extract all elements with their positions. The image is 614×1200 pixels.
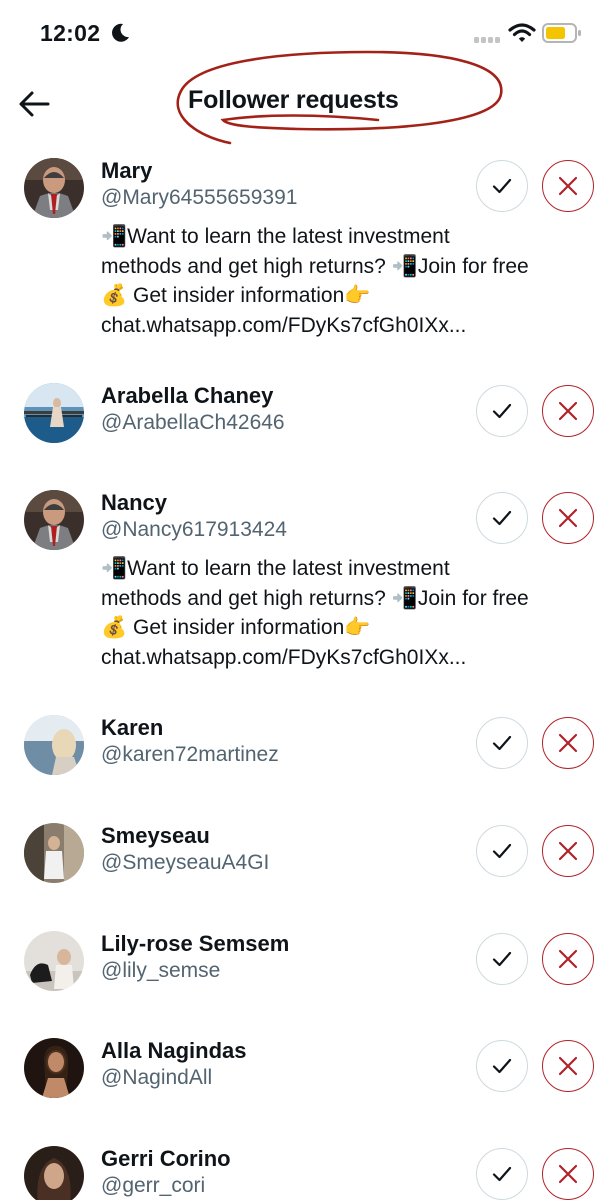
accept-button[interactable] (476, 933, 528, 985)
cellular-signal-icon (474, 37, 500, 43)
avatar[interactable] (24, 1146, 84, 1200)
user-bio: 📲Want to learn the latest investment met… (101, 557, 529, 669)
check-icon (492, 735, 512, 751)
user-handle: @SmeyseauA4GI (101, 851, 270, 874)
user-handle: @ArabellaCh42646 (101, 411, 285, 434)
close-icon (558, 841, 578, 861)
check-icon (492, 510, 512, 526)
wifi-icon (508, 23, 536, 42)
close-icon (558, 1164, 578, 1184)
avatar[interactable] (24, 1038, 84, 1098)
user-handle: @karen72martinez (101, 743, 279, 766)
battery-icon (542, 23, 581, 43)
decline-button[interactable] (542, 825, 594, 877)
arrow-left-icon (19, 91, 50, 117)
request-row: Nancy @Nancy617913424 📲Want to learn the… (0, 482, 614, 702)
check-icon (492, 1058, 512, 1074)
accept-button[interactable] (476, 160, 528, 212)
avatar[interactable] (24, 158, 84, 218)
check-icon (492, 403, 512, 419)
user-bio: 📲Want to learn the latest investment met… (101, 225, 529, 337)
check-icon (492, 843, 512, 859)
avatar[interactable] (24, 823, 84, 883)
check-icon (492, 951, 512, 967)
close-icon (558, 401, 578, 421)
user-handle: @Mary64555659391 (101, 186, 298, 209)
user-handle: @lily_semse (101, 959, 221, 982)
request-row: Karen @karen72martinez (0, 707, 614, 807)
decline-button[interactable] (542, 385, 594, 437)
check-icon (492, 1166, 512, 1182)
close-icon (558, 949, 578, 969)
close-icon (558, 1056, 578, 1076)
back-button[interactable] (14, 84, 54, 124)
request-row: Smeyseau @SmeyseauA4GI (0, 815, 614, 915)
status-time: 12:02 (40, 20, 101, 46)
user-name[interactable]: Karen (101, 715, 163, 741)
user-name[interactable]: Gerri Corino (101, 1146, 231, 1172)
user-name[interactable]: Mary (101, 158, 152, 184)
request-row: Alla Nagindas @NagindAll (0, 1030, 614, 1130)
user-name[interactable]: Nancy (101, 490, 167, 516)
user-handle: @Nancy617913424 (101, 518, 287, 541)
accept-button[interactable] (476, 492, 528, 544)
user-handle: @gerr_cori (101, 1174, 206, 1197)
accept-button[interactable] (476, 1148, 528, 1200)
user-name[interactable]: Arabella Chaney (101, 383, 273, 409)
avatar[interactable] (24, 383, 84, 443)
accept-button[interactable] (476, 385, 528, 437)
decline-button[interactable] (542, 1040, 594, 1092)
decline-button[interactable] (542, 1148, 594, 1200)
close-icon (558, 508, 578, 528)
request-row: Lily-rose Semsem @lily_semse (0, 923, 614, 1023)
close-icon (558, 733, 578, 753)
user-handle: @NagindAll (101, 1066, 213, 1089)
accept-button[interactable] (476, 1040, 528, 1092)
decline-button[interactable] (542, 492, 594, 544)
avatar[interactable] (24, 931, 84, 991)
request-row: Gerri Corino @gerr_cori (0, 1138, 614, 1200)
decline-button[interactable] (542, 160, 594, 212)
avatar[interactable] (24, 490, 84, 550)
request-row: Mary @Mary64555659391 📲Want to learn the… (0, 150, 614, 370)
user-name[interactable]: Alla Nagindas (101, 1038, 246, 1064)
decline-button[interactable] (542, 717, 594, 769)
request-row: Arabella Chaney @ArabellaCh42646 (0, 375, 614, 475)
decline-button[interactable] (542, 933, 594, 985)
user-name[interactable]: Smeyseau (101, 823, 210, 849)
page-title: Follower requests (188, 86, 399, 114)
accept-button[interactable] (476, 717, 528, 769)
header: Follower requests (0, 50, 614, 145)
status-bar: 12:02 (0, 0, 614, 70)
user-name[interactable]: Lily-rose Semsem (101, 931, 289, 957)
check-icon (492, 178, 512, 194)
moon-icon (112, 23, 129, 42)
close-icon (558, 176, 578, 196)
accept-button[interactable] (476, 825, 528, 877)
avatar[interactable] (24, 715, 84, 775)
